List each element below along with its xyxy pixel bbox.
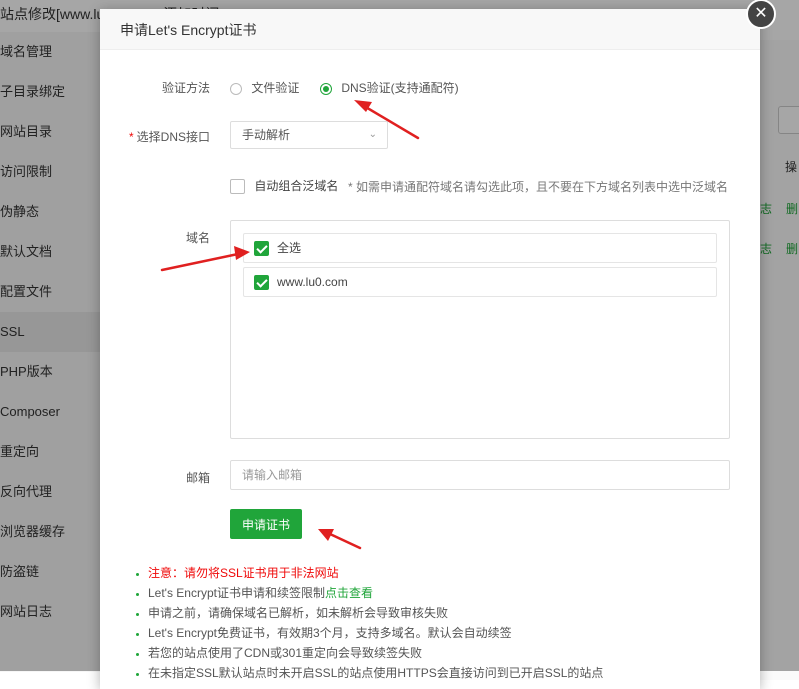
note-limit-text: Let's Encrypt证书申请和续签限制 [148,586,325,600]
close-icon[interactable]: ✕ [746,0,776,29]
radio-file-verify-label: 文件验证 [251,81,300,95]
auto-combine-hint: * 如需申请通配符域名请勾选此项，且不要在下方域名列表中选中泛域名 [348,180,729,194]
auto-combine-row: 自动组合泛域名 * 如需申请通配符域名请勾选此项，且不要在下方域名列表中选中泛域… [100,177,760,195]
auto-combine-label: 自动组合泛域名 [254,179,339,193]
chevron-down-icon: ⌄ [368,129,377,140]
radio-file-verify[interactable]: 文件验证 [230,79,299,96]
domains-row: 域名 全选 www.lu0.com [100,220,760,439]
required-mark: * [128,130,134,144]
view-limit-link[interactable]: 点击查看 [325,586,373,600]
dns-label: * 选择DNS接口 [100,128,210,145]
note-item: 申请之前，请确保域名已解析，如未解析会导致审核失败 [148,603,768,623]
checkbox-icon [230,179,245,195]
radio-icon [230,82,242,95]
dns-select-value: 手动解析 [242,128,291,142]
checkbox-checked-icon [254,275,269,291]
submit-row: 申请证书 [100,509,760,539]
verify-method-row: 验证方法 文件验证 DNS验证(支持通配符) [100,77,760,97]
domain-select-all[interactable]: 全选 [243,233,717,263]
domain-list: 全选 www.lu0.com [230,220,730,439]
auto-combine-checkbox[interactable]: 自动组合泛域名 [230,177,339,195]
checkbox-checked-icon [254,241,269,257]
note-limit: Let's Encrypt证书申请和续签限制点击查看 [148,583,768,603]
ssl-dialog: 申请Let's Encrypt证书 ✕ 验证方法 文件验证 DNS验证(支持通配… [100,0,776,689]
note-item: 在未指定SSL默认站点时未开启SSL的站点使用HTTPS会直接访问到已开启SSL… [148,663,768,683]
note-item: Let's Encrypt免费证书，有效期3个月，支持多域名。默认会自动续签 [148,623,768,643]
email-label: 邮箱 [185,471,210,485]
notes-list: 注意：请勿将SSL证书用于非法网站 Let's Encrypt证书申请和续签限制… [134,563,768,683]
dns-label-text: 选择DNS接口 [136,130,210,144]
email-field[interactable] [230,460,730,490]
radio-dns-verify-label: DNS验证(支持通配符) [341,81,459,95]
note-warning: 注意：请勿将SSL证书用于非法网站 [148,563,768,583]
note-item: 若您的站点使用了CDN或301重定向会导致续签失败 [148,643,768,663]
radio-selected-icon [320,82,332,95]
verify-method-label: 验证方法 [161,81,210,95]
email-row: 邮箱 [100,460,760,490]
domains-label: 域名 [185,231,210,245]
dns-row: * 选择DNS接口 手动解析 ⌄ [100,121,760,149]
domain-item-label: www.lu0.com [277,275,348,289]
domain-item[interactable]: www.lu0.com [243,267,717,297]
dns-select[interactable]: 手动解析 ⌄ [230,121,388,149]
apply-certificate-button[interactable]: 申请证书 [230,509,302,539]
dialog-title: 申请Let's Encrypt证书 [100,9,760,50]
radio-dns-verify[interactable]: DNS验证(支持通配符) [320,79,459,96]
domain-select-all-label: 全选 [277,241,302,255]
